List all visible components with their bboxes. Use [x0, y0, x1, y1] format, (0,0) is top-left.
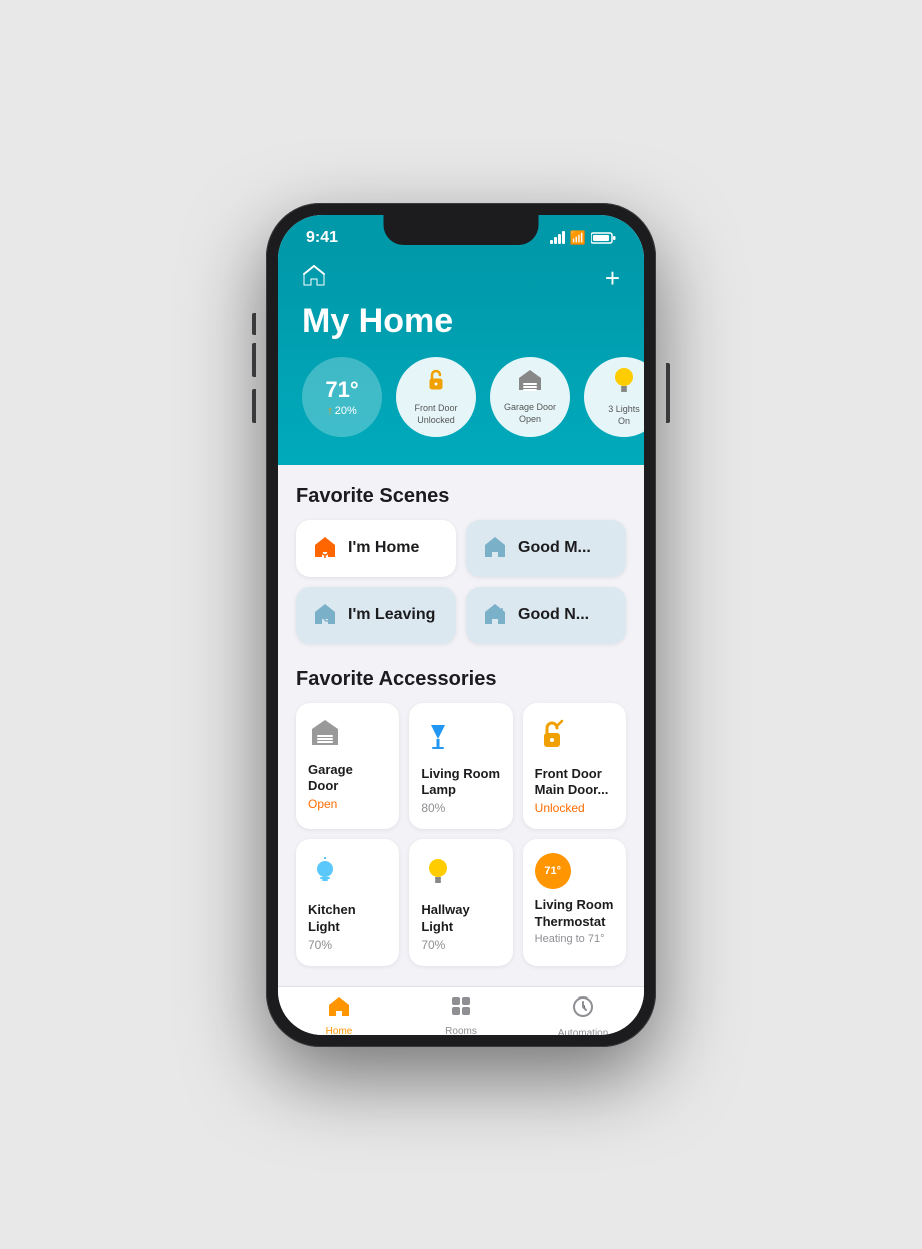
notch	[384, 215, 539, 245]
weather-card[interactable]: 71° ↑ 20%	[302, 357, 382, 437]
rooms-tab[interactable]: Rooms	[400, 995, 522, 1034]
volume-up-button[interactable]	[252, 343, 256, 377]
good-morning-label: Good M...	[518, 539, 591, 557]
humidity-arrow: ↑	[327, 405, 333, 417]
favorite-accessories-section: Favorite Accessories	[296, 668, 626, 967]
thermostat-accessory-icon: 71°	[535, 853, 614, 889]
rooms-tab-label: Rooms	[445, 1026, 477, 1034]
im-leaving-scene-button[interactable]: I'm Leaving	[296, 587, 456, 644]
wifi-icon: 📶	[570, 230, 586, 246]
good-morning-scene-button[interactable]: Good M...	[466, 520, 626, 577]
accessories-grid: GarageDoor Open	[296, 703, 626, 967]
front-door-lock-accessory-icon	[535, 717, 614, 758]
front-door-label: Front DoorUnlocked	[410, 403, 461, 426]
hallway-light-accessory[interactable]: HallwayLight 70%	[409, 839, 512, 966]
lights-icon	[611, 365, 637, 402]
main-section: Favorite Scenes	[278, 465, 644, 987]
lamp-accessory-status: 80%	[421, 801, 500, 815]
lamp-accessory-icon	[421, 717, 500, 758]
header-section: + My Home 71° ↑ 20%	[278, 253, 644, 465]
hallway-light-accessory-status: 70%	[421, 938, 500, 952]
front-door-lock-accessory-status: Unlocked	[535, 801, 614, 815]
home-tab-label: Home	[326, 1026, 353, 1034]
kitchen-light-accessory-icon	[308, 853, 387, 894]
battery-icon	[591, 232, 616, 244]
kitchen-light-accessory-name: KitchenLight	[308, 902, 387, 936]
silent-button[interactable]	[252, 313, 256, 335]
home-tab[interactable]: Home	[278, 995, 400, 1034]
thermostat-accessory-name: Living RoomThermostat	[535, 897, 614, 931]
garage-door-accessory-status: Open	[308, 797, 387, 811]
main-content: + My Home 71° ↑ 20%	[278, 253, 644, 1035]
im-home-icon	[312, 534, 338, 563]
kitchen-light-accessory[interactable]: KitchenLight 70%	[296, 839, 399, 966]
page-title: My Home	[302, 302, 620, 341]
good-night-label: Good N...	[518, 606, 589, 624]
front-door-status-card[interactable]: Front DoorUnlocked	[396, 357, 476, 437]
im-leaving-label: I'm Leaving	[348, 606, 435, 624]
garage-door-accessory-name: GarageDoor	[308, 762, 387, 796]
garage-door-label: Garage DoorOpen	[500, 402, 560, 425]
lights-label: 3 LightsOn	[604, 404, 644, 427]
hallway-light-accessory-name: HallwayLight	[421, 902, 500, 936]
header-nav: +	[302, 263, 620, 294]
status-row: 71° ↑ 20%	[302, 357, 620, 441]
good-night-scene-button[interactable]: Good N...	[466, 587, 626, 644]
lights-status-card[interactable]: 3 LightsOn	[584, 357, 644, 437]
power-button[interactable]	[666, 363, 670, 423]
favorite-accessories-title: Favorite Accessories	[296, 668, 626, 691]
lamp-accessory-name: Living RoomLamp	[421, 766, 500, 800]
phone-screen: 9:41 📶	[278, 215, 644, 1035]
garage-door-icon	[516, 367, 544, 400]
automation-tab-icon	[571, 995, 595, 1025]
living-room-lamp-accessory[interactable]: Living RoomLamp 80%	[409, 703, 512, 830]
rooms-tab-icon	[450, 995, 472, 1023]
automation-tab-label: Automation	[558, 1028, 609, 1034]
front-door-lock-accessory[interactable]: Front DoorMain Door... Unlocked	[523, 703, 626, 830]
garage-door-status-card[interactable]: Garage DoorOpen	[490, 357, 570, 437]
thermostat-accessory-status: Heating to 71°	[535, 933, 614, 945]
im-leaving-icon	[312, 601, 338, 630]
front-door-lock-icon	[422, 366, 450, 401]
good-morning-icon	[482, 534, 508, 563]
front-door-lock-accessory-name: Front DoorMain Door...	[535, 766, 614, 800]
kitchen-light-accessory-status: 70%	[308, 938, 387, 952]
status-time: 9:41	[306, 229, 338, 247]
status-icons: 📶	[550, 230, 616, 246]
favorite-scenes-title: Favorite Scenes	[296, 485, 626, 508]
garage-door-accessory[interactable]: GarageDoor Open	[296, 703, 399, 830]
home-tab-icon	[327, 995, 351, 1023]
garage-door-accessory-icon	[308, 717, 387, 754]
favorite-scenes-section: Favorite Scenes	[296, 485, 626, 644]
humidity-value: 20%	[335, 405, 357, 417]
im-home-scene-button[interactable]: I'm Home	[296, 520, 456, 577]
good-night-icon	[482, 601, 508, 630]
home-nav-icon[interactable]	[302, 264, 326, 292]
im-home-label: I'm Home	[348, 539, 419, 557]
tab-bar: Home Rooms	[278, 986, 644, 1034]
weather-humidity: ↑ 20%	[327, 405, 357, 417]
hallway-light-accessory-icon	[421, 853, 500, 894]
automation-tab[interactable]: Automation	[522, 995, 644, 1034]
scenes-grid: I'm Home	[296, 520, 626, 644]
volume-down-button[interactable]	[252, 389, 256, 423]
living-room-thermostat-accessory[interactable]: 71° Living RoomThermostat Heating to 71°	[523, 839, 626, 966]
signal-icon	[550, 231, 565, 244]
phone-frame: 9:41 📶	[266, 203, 656, 1047]
weather-temp: 71°	[325, 377, 358, 403]
add-button[interactable]: +	[605, 263, 620, 294]
